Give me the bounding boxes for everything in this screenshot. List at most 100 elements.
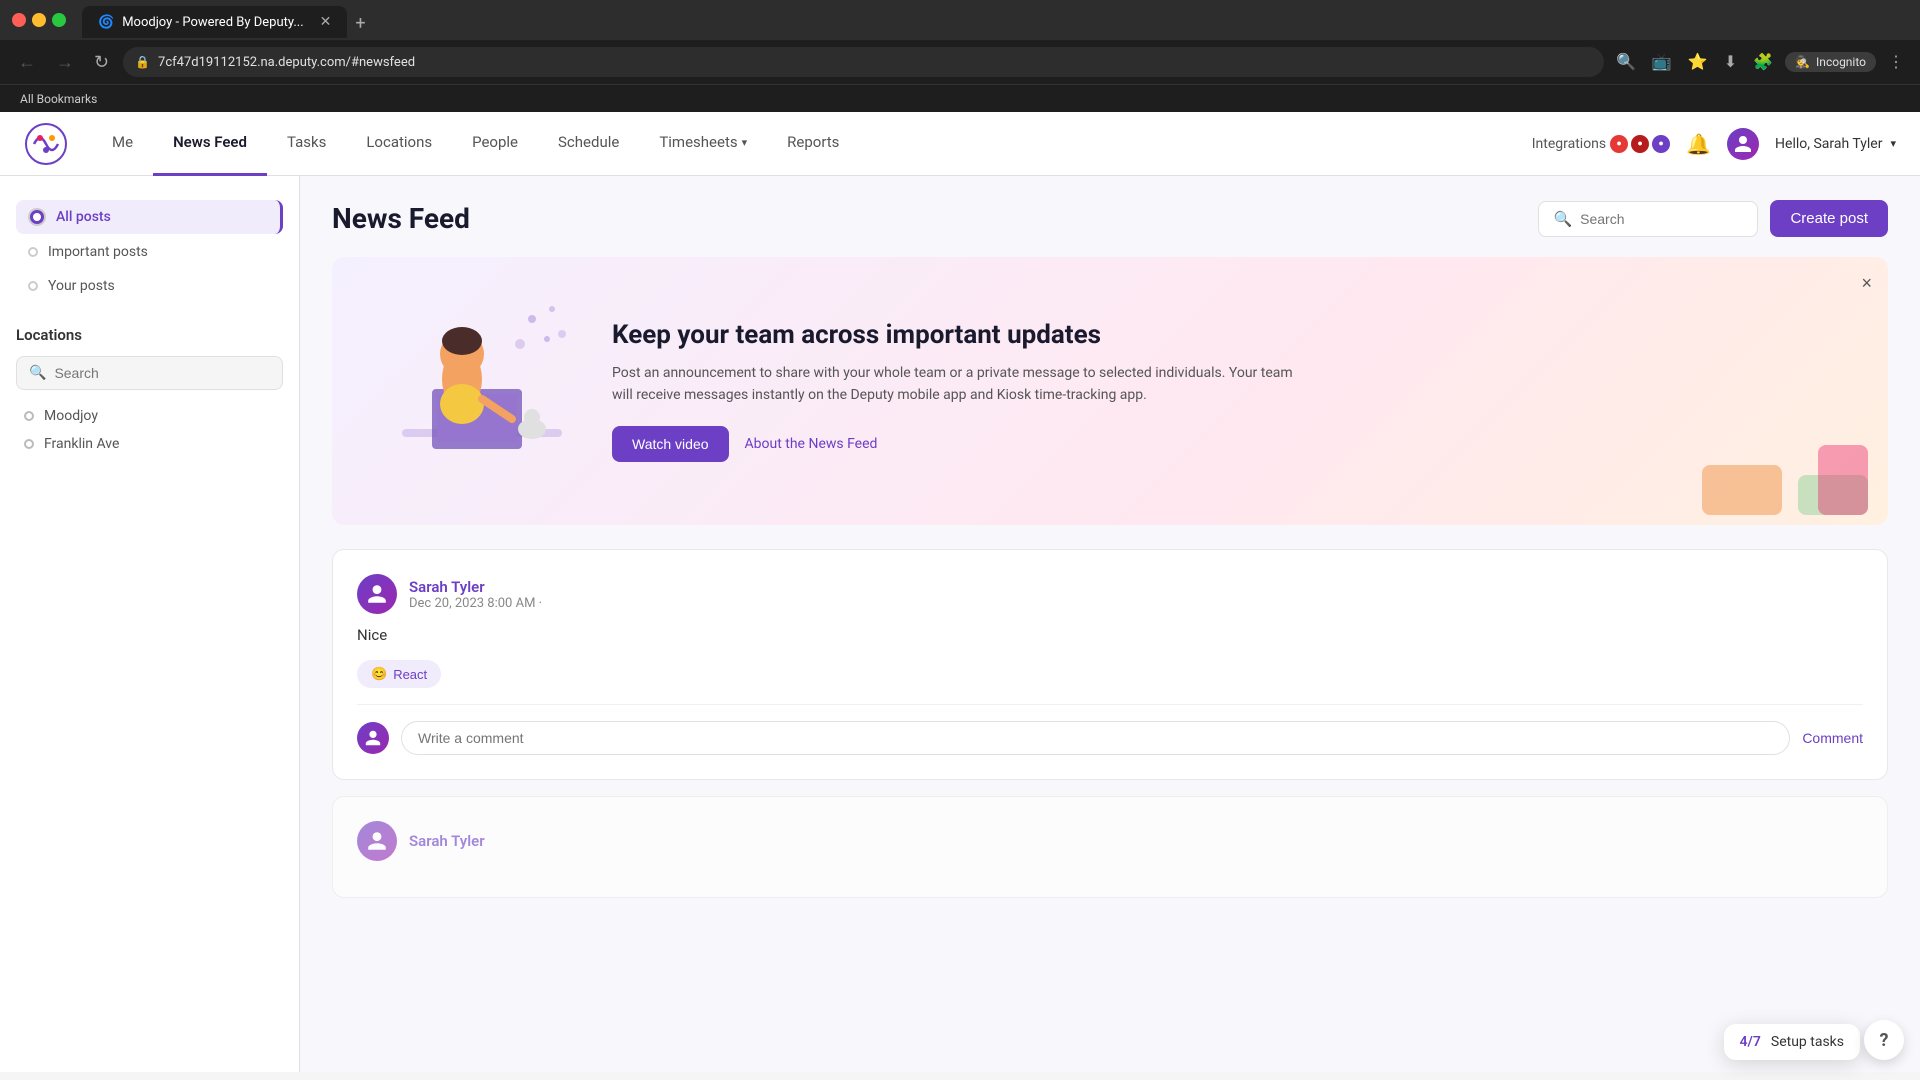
sidebar-location-franklin[interactable]: Franklin Ave xyxy=(16,430,283,458)
integration-dots: ● ● ● xyxy=(1610,135,1670,153)
react-emoji-icon: 😊 xyxy=(371,666,387,682)
search-box[interactable]: 🔍 xyxy=(1538,201,1758,237)
header-right: 🔍 Create post xyxy=(1538,200,1888,237)
new-tab-button[interactable]: + xyxy=(347,9,373,38)
banner-title: Keep your team across important updates xyxy=(612,320,1848,350)
commenter-avatar-1 xyxy=(357,722,389,754)
bookmarks-label[interactable]: All Bookmarks xyxy=(12,92,105,106)
browser-action-buttons: 🔍 📺 ⭐ ⬇ 🧩 🕵️ Incognito ⋮ xyxy=(1612,48,1908,76)
about-newsfeed-link[interactable]: About the News Feed xyxy=(745,436,878,452)
url-display: 7cf47d19112152.na.deputy.com/#newsfeed xyxy=(158,55,1592,70)
help-button[interactable]: ? xyxy=(1864,1020,1904,1060)
nav-item-reports[interactable]: Reports xyxy=(767,112,859,176)
browser-toolbar: ← → ↻ 🔒 7cf47d19112152.na.deputy.com/#ne… xyxy=(0,40,1920,84)
watch-video-button[interactable]: Watch video xyxy=(612,426,729,462)
user-menu-chevron-icon: ▾ xyxy=(1890,137,1896,150)
sidebar-filter-section: All posts Important posts Your posts xyxy=(16,200,283,302)
sidebar-item-all-posts[interactable]: All posts xyxy=(16,200,283,234)
post-1-avatar xyxy=(357,574,397,614)
app: Me News Feed Tasks Locations People Sche… xyxy=(0,112,1920,1072)
nav-item-tasks[interactable]: Tasks xyxy=(267,112,346,176)
deco-shape-3 xyxy=(1818,445,1868,515)
create-post-button[interactable]: Create post xyxy=(1770,200,1888,237)
top-nav: Me News Feed Tasks Locations People Sche… xyxy=(0,112,1920,176)
comment-button-1[interactable]: Comment xyxy=(1802,730,1863,746)
extension-button[interactable]: 🧩 xyxy=(1749,48,1777,76)
post-2-meta: Sarah Tyler xyxy=(409,832,1863,850)
post-1-actions: 😊 React xyxy=(357,660,1863,688)
user-greeting[interactable]: Hello, Sarah Tyler ▾ xyxy=(1775,136,1896,152)
setup-tasks-label: Setup tasks xyxy=(1771,1034,1844,1050)
tab-bar: 🌀 Moodjoy - Powered By Deputy... ✕ + xyxy=(74,2,382,38)
search-icon: 🔍 xyxy=(1553,210,1572,228)
react-button-1[interactable]: 😊 React xyxy=(357,660,441,688)
user-avatar xyxy=(1727,128,1759,160)
nav-item-people[interactable]: People xyxy=(452,112,538,176)
locations-search-box[interactable]: 🔍 xyxy=(16,356,283,390)
back-button[interactable]: ← xyxy=(12,48,42,77)
comment-input-1[interactable] xyxy=(401,721,1790,755)
main-content: News Feed 🔍 Create post × xyxy=(300,176,1920,1072)
incognito-badge: 🕵️ Incognito xyxy=(1785,52,1876,72)
sidebar-item-important-posts[interactable]: Important posts xyxy=(16,236,283,268)
nav-item-me[interactable]: Me xyxy=(92,112,153,176)
nav-item-schedule[interactable]: Schedule xyxy=(538,112,639,176)
nav-items: Me News Feed Tasks Locations People Sche… xyxy=(92,112,1532,176)
nav-right: Integrations ● ● ● 🔔 Hello, Sarah Tyler … xyxy=(1532,128,1896,160)
integrations-label: Integrations xyxy=(1532,136,1606,152)
browser-chrome: 🌀 Moodjoy - Powered By Deputy... ✕ + ← →… xyxy=(0,0,1920,112)
sidebar-label-important-posts: Important posts xyxy=(48,244,148,260)
setup-tasks-widget[interactable]: 4/7 Setup tasks xyxy=(1724,1024,1860,1060)
page-header: News Feed 🔍 Create post xyxy=(332,200,1888,237)
active-tab[interactable]: 🌀 Moodjoy - Powered By Deputy... ✕ xyxy=(82,6,347,38)
location-label-moodjoy: Moodjoy xyxy=(44,408,98,424)
minimize-window-button[interactable] xyxy=(32,13,46,27)
nav-item-timesheets[interactable]: Timesheets ▾ xyxy=(639,112,767,176)
setup-tasks-progress: 4/7 xyxy=(1740,1034,1761,1050)
banner-text: Keep your team across important updates … xyxy=(612,320,1848,463)
download-button[interactable]: ⬇ xyxy=(1720,48,1741,76)
banner-close-button[interactable]: × xyxy=(1861,273,1872,294)
bookmark-button[interactable]: ⭐ xyxy=(1684,48,1712,76)
post-1-author[interactable]: Sarah Tyler xyxy=(409,578,1863,596)
post-1-header: Sarah Tyler Dec 20, 2023 8:00 AM · xyxy=(357,574,1863,614)
incognito-label: Incognito xyxy=(1816,55,1866,69)
tab-title: Moodjoy - Powered By Deputy... xyxy=(122,15,303,30)
notifications-bell-icon[interactable]: 🔔 xyxy=(1686,132,1711,156)
lock-icon: 🔒 xyxy=(135,55,150,69)
post-card-1: Sarah Tyler Dec 20, 2023 8:00 AM · Nice … xyxy=(332,549,1888,780)
app-logo[interactable] xyxy=(24,122,68,166)
tab-close-icon[interactable]: ✕ xyxy=(320,14,332,30)
integrations-button[interactable]: Integrations ● ● ● xyxy=(1532,135,1670,153)
search-input[interactable] xyxy=(1580,211,1761,227)
sidebar-item-your-posts[interactable]: Your posts xyxy=(16,270,283,302)
screen-cast-button[interactable]: 📺 xyxy=(1648,48,1676,76)
menu-button[interactable]: ⋮ xyxy=(1884,48,1908,76)
address-bar[interactable]: 🔒 7cf47d19112152.na.deputy.com/#newsfeed xyxy=(123,47,1604,77)
comment-input-wrapper-1 xyxy=(401,721,1790,755)
banner: × xyxy=(332,257,1888,525)
post-card-2: Sarah Tyler xyxy=(332,796,1888,898)
post-2-header: Sarah Tyler xyxy=(357,821,1863,861)
banner-decoration xyxy=(1702,465,1868,515)
nav-item-locations[interactable]: Locations xyxy=(346,112,452,176)
reload-button[interactable]: ↻ xyxy=(88,48,115,77)
sidebar-locations-section: Locations 🔍 Moodjoy Franklin Ave xyxy=(16,326,283,458)
deco-shape-1 xyxy=(1702,465,1782,515)
post-2-author[interactable]: Sarah Tyler xyxy=(409,832,1863,850)
banner-illustration xyxy=(372,289,572,493)
post-1-content: Nice xyxy=(357,626,1863,644)
maximize-window-button[interactable] xyxy=(52,13,66,27)
tab-favicon: 🌀 xyxy=(98,15,114,30)
integration-dot-1: ● xyxy=(1610,135,1628,153)
search-browser-button[interactable]: 🔍 xyxy=(1612,48,1640,76)
post-1-time: Dec 20, 2023 8:00 AM · xyxy=(409,596,1863,611)
close-window-button[interactable] xyxy=(12,13,26,27)
nav-item-newsfeed[interactable]: News Feed xyxy=(153,112,267,176)
forward-button[interactable]: → xyxy=(50,48,80,77)
sidebar-location-moodjoy[interactable]: Moodjoy xyxy=(16,402,283,430)
incognito-icon: 🕵️ xyxy=(1795,55,1810,69)
locations-search-input[interactable] xyxy=(54,365,270,381)
page-title: News Feed xyxy=(332,202,470,235)
timesheets-chevron-icon: ▾ xyxy=(742,136,748,149)
